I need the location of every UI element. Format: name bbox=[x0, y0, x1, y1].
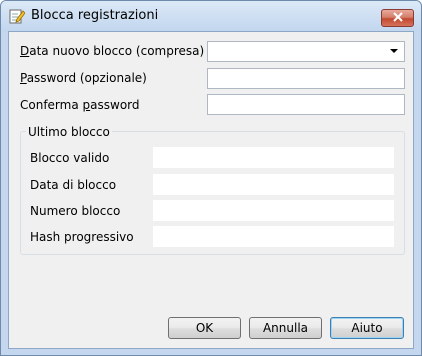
cancel-button[interactable]: Annulla bbox=[249, 317, 322, 339]
title-bar[interactable]: Blocca registrazioni bbox=[1, 1, 421, 31]
ok-button[interactable]: OK bbox=[168, 317, 241, 339]
dialog-window: Blocca registrazioni Data nuovo blocco (… bbox=[0, 0, 422, 356]
help-button[interactable]: Aiuto bbox=[330, 317, 404, 339]
date-dropdown[interactable] bbox=[207, 41, 405, 62]
confirm-password-input[interactable] bbox=[207, 94, 405, 115]
close-icon bbox=[392, 11, 404, 25]
date-label: Data nuovo blocco (compresa) bbox=[20, 44, 205, 58]
password-label: Password (opzionale) bbox=[20, 71, 147, 85]
close-button[interactable] bbox=[381, 9, 414, 27]
block-date-label: Data di blocco bbox=[30, 178, 117, 192]
block-number-label: Numero blocco bbox=[30, 204, 121, 218]
chevron-down-icon bbox=[390, 49, 398, 53]
valid-block-value bbox=[153, 147, 394, 168]
last-block-group-title: Ultimo blocco bbox=[26, 125, 112, 139]
progressive-hash-label: Hash progressivo bbox=[30, 230, 134, 244]
password-input[interactable] bbox=[207, 68, 405, 89]
window-title: Blocca registrazioni bbox=[31, 8, 159, 23]
progressive-hash-value bbox=[153, 226, 394, 247]
edit-document-icon bbox=[9, 8, 26, 24]
block-number-value bbox=[153, 200, 394, 221]
dialog-body: Data nuovo blocco (compresa) Password (o… bbox=[8, 31, 414, 349]
block-date-value bbox=[153, 174, 394, 195]
valid-block-label: Blocco valido bbox=[30, 151, 110, 165]
confirm-password-label: Conferma password bbox=[20, 98, 140, 112]
